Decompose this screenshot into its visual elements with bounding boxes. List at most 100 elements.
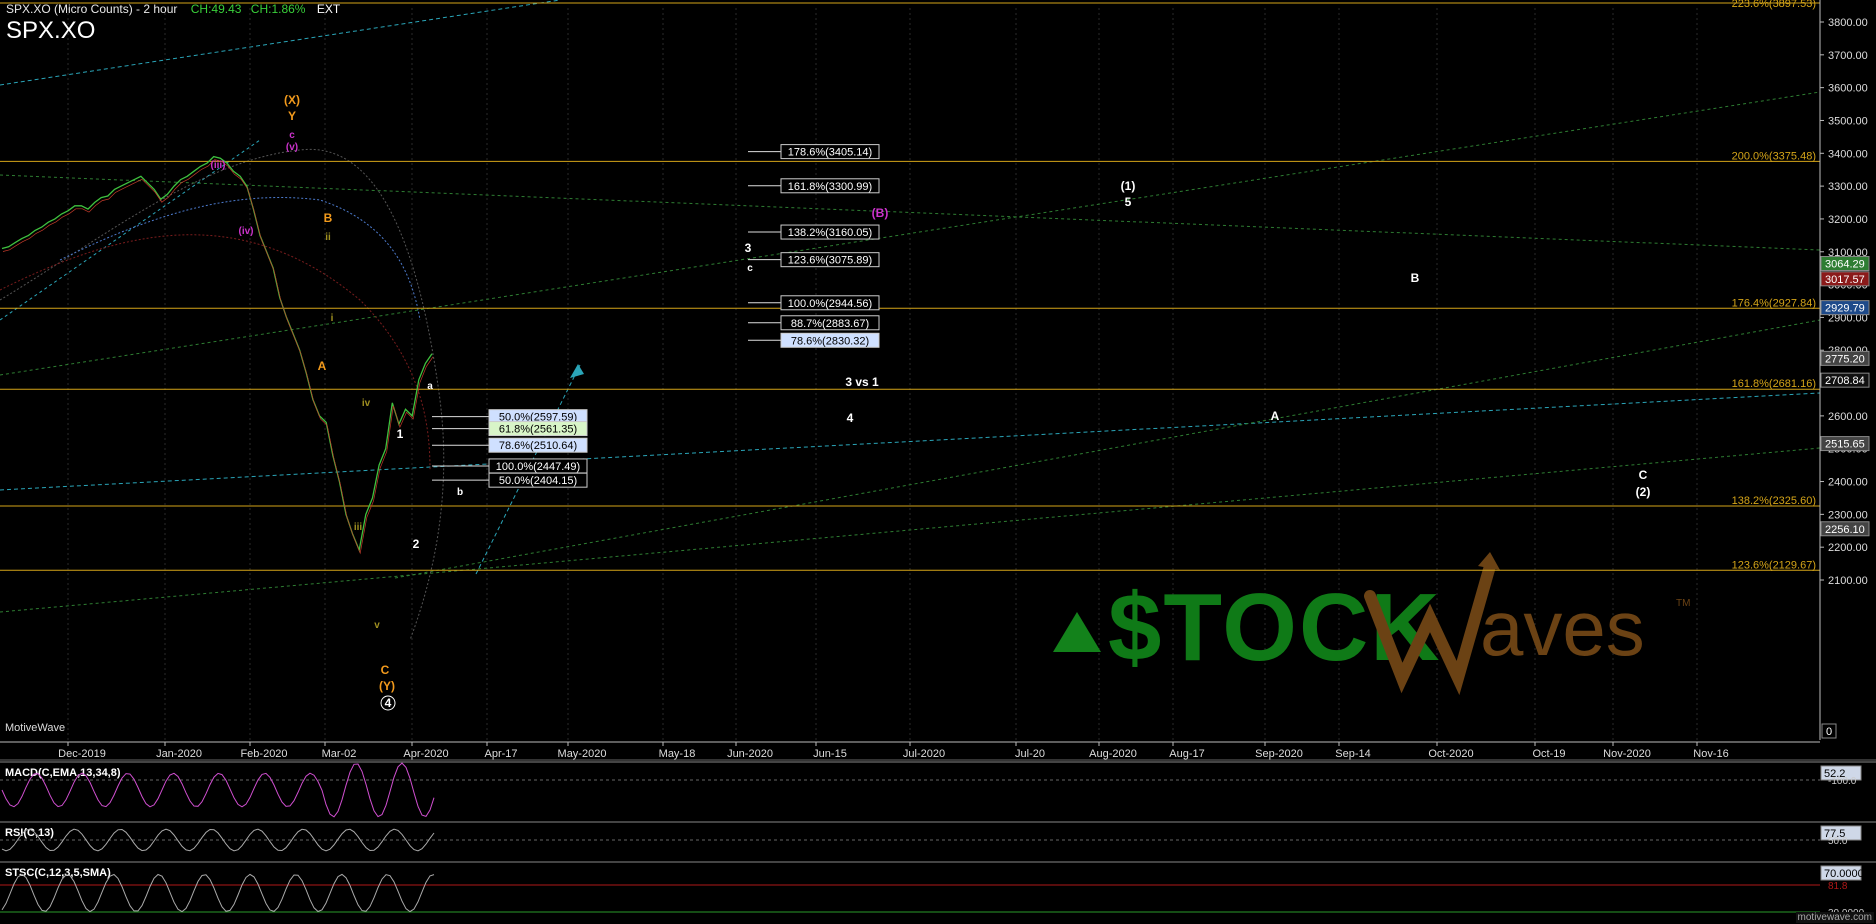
x-tick-label: Nov-16: [1693, 748, 1728, 760]
x-tick-label: Apr-17: [484, 748, 517, 760]
wave-label: 3: [745, 241, 752, 255]
fib-label: 123.6%(2129.67): [1732, 559, 1816, 571]
chart-header: SPX.XO (Micro Counts) - 2 hour CH:49.43 …: [6, 2, 340, 16]
y-axis: 2100.002200.002300.002400.002500.002600.…: [1819, 0, 1870, 740]
y-tick-label: 3600.00: [1828, 83, 1868, 95]
y-tick-label: 3200.00: [1828, 214, 1868, 226]
indicator-name: STSC(C,12,3,5,SMA): [5, 867, 111, 879]
x-tick-label: Mar-02: [322, 748, 357, 760]
x-tick-label: Sep-14: [1335, 748, 1370, 760]
target-label: 78.6%(2830.32): [791, 335, 869, 347]
retrace-label: 78.6%(2510.64): [499, 440, 577, 452]
wave-label: C: [1639, 468, 1648, 482]
target-label: 88.7%(2883.67): [791, 318, 869, 330]
wave-label: b: [457, 487, 463, 498]
target-label: 138.2%(3160.05): [788, 227, 872, 239]
ma-curve: [0, 234, 431, 471]
wave-label: 2: [413, 537, 420, 551]
wave-label: c: [289, 130, 295, 141]
grid-lines: [67, 8, 1698, 740]
wave-label: 4: [385, 696, 392, 710]
wave-label: ii: [325, 232, 331, 243]
x-tick-label: Apr-2020: [403, 748, 448, 760]
svg-text:aves: aves: [1480, 584, 1645, 672]
price-tag-label: 3017.57: [1825, 274, 1865, 286]
price-tag-label: 2929.79: [1825, 303, 1865, 315]
wave-label: A: [1271, 409, 1280, 423]
chart-canvas[interactable]: $TOCK aves TM 223.6%(3897.53) 200.0%(3375…: [0, 0, 1876, 924]
wave-label: (iii): [211, 160, 226, 171]
trend-line: [394, 319, 1821, 579]
wave-label: iv: [362, 398, 371, 409]
y-tick-label: 2100.00: [1828, 575, 1868, 587]
wave-label: B: [1411, 271, 1420, 285]
wave-label: 3 vs 1: [845, 375, 879, 389]
fib-label: 161.8%(2681.16): [1732, 378, 1816, 390]
retrace-label: 50.0%(2404.15): [499, 475, 577, 487]
x-tick-label: Jul-20: [1015, 748, 1045, 760]
indicator-tick: 50.0: [1828, 836, 1848, 847]
x-tick-label: Oct-19: [1532, 748, 1565, 760]
price-tag-label: 3064.29: [1825, 258, 1865, 270]
svg-text:TM: TM: [1676, 598, 1690, 609]
trend-arrow: [570, 364, 584, 378]
ma-curve: [0, 148, 445, 641]
chart-title: SPX.XO (Micro Counts) - 2 hour: [6, 2, 178, 16]
indicator-tick: 81.8: [1828, 881, 1848, 892]
wave-label: B: [324, 211, 333, 225]
fib-label: 176.4%(2927.84): [1732, 297, 1816, 309]
wave-label: 4: [847, 411, 854, 425]
wave-label: v: [374, 620, 380, 631]
y-tick-label: 3500.00: [1828, 115, 1868, 127]
y-tick-label: 2200.00: [1828, 542, 1868, 554]
fib-label: 138.2%(2325.60): [1732, 495, 1816, 507]
x-tick-label: Aug-2020: [1089, 748, 1137, 760]
wave-label: (Y): [379, 679, 395, 693]
target-label: 161.8%(3300.99): [788, 181, 872, 193]
y-tick-label: 2400.00: [1828, 477, 1868, 489]
price-tag-label: 2256.10: [1825, 524, 1865, 536]
wave-label: (v): [286, 142, 298, 153]
retrace-label: 61.8%(2561.35): [499, 424, 577, 436]
wave-label: a: [427, 381, 433, 392]
indicator-name: RSI(C,13): [5, 827, 54, 839]
target-label: 178.6%(3405.14): [788, 147, 872, 159]
fib-label: 200.0%(3375.48): [1732, 150, 1816, 162]
wave-label: c: [747, 263, 753, 274]
stockwaves-logo: $TOCK aves TM: [1053, 552, 1690, 696]
x-tick-label: Jun-2020: [727, 748, 773, 760]
footer-credit: motivewave.com: [1795, 912, 1874, 923]
x-tick-label: Aug-17: [1169, 748, 1204, 760]
wave-label: iii: [354, 522, 363, 533]
y-tick-label: 3700.00: [1828, 50, 1868, 62]
indicator-panels: MACD(C,EMA,13,34,8) 52.2-100.0RSI(C,13) 77…: [0, 759, 1876, 919]
indicator-tick: -100.0: [1828, 776, 1857, 787]
price-tag-label: 2515.65: [1825, 439, 1865, 451]
change-percent: CH:1.86%: [250, 2, 306, 16]
x-tick-label: Jun-15: [813, 748, 847, 760]
indicator-tag-label: 70.0000: [1824, 868, 1864, 880]
fib-levels: 223.6%(3897.53) 200.0%(3375.48) 176.4%(292…: [0, 0, 1820, 571]
credit-label: MotiveWave: [5, 722, 66, 734]
wave-label: Y: [288, 109, 296, 123]
y-tick-label: 3300.00: [1828, 181, 1868, 193]
wave-label: C: [381, 663, 390, 677]
wave-label: (B): [872, 206, 889, 220]
symbol-label: SPX.XO: [6, 17, 96, 44]
x-tick-label: Nov-2020: [1603, 748, 1651, 760]
y-tick-label: 2300.00: [1828, 509, 1868, 521]
price-series: [1, 155, 434, 555]
price-tag-label: 2775.20: [1825, 353, 1865, 365]
ma-curve: [59, 197, 421, 321]
x-tick-label: Sep-2020: [1255, 748, 1303, 760]
x-tick-label: May-2020: [558, 748, 607, 760]
target-label: 100.0%(2944.56): [788, 298, 872, 310]
fib-label: 223.6%(3897.53): [1732, 0, 1816, 10]
x-tick-label: Jan-2020: [156, 748, 202, 760]
change-value: CH:49.43: [190, 2, 242, 16]
x-tick-label: Feb-2020: [240, 748, 287, 760]
session-label: EXT: [316, 2, 341, 16]
indicator-name: MACD(C,EMA,13,34,8): [5, 767, 121, 779]
indicator-line: [1, 873, 435, 913]
x-tick-label: Dec-2019: [58, 748, 106, 760]
